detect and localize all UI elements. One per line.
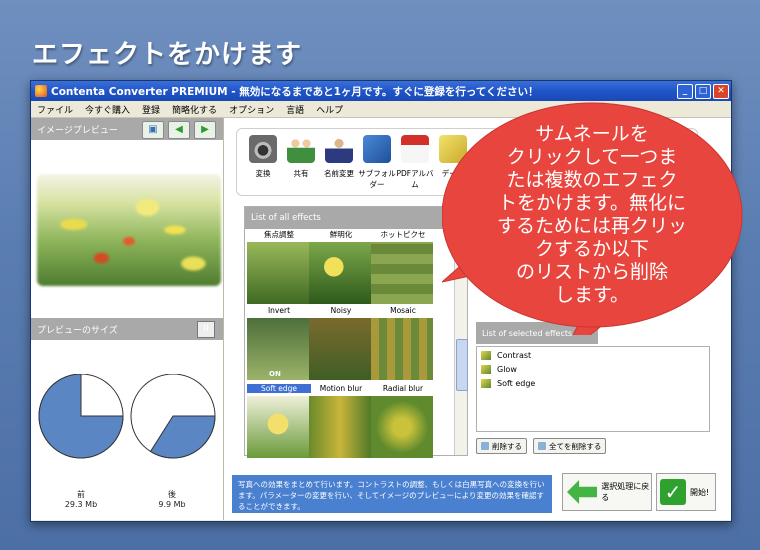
preview-image (37, 174, 221, 286)
effect-thumb-hotpixel[interactable] (371, 242, 433, 304)
callout-line-7: のリストから削除 (516, 261, 668, 283)
all-effects-header: List of all effects (245, 207, 467, 229)
start-button-label: 開始! (690, 487, 710, 497)
selected-item-soft-edge[interactable]: Soft edge (477, 377, 709, 389)
effect-thumb-focus[interactable] (247, 242, 309, 304)
thumbnail-icon (481, 378, 491, 388)
delete-button-label: 削除する (492, 441, 522, 451)
preview-header-label: イメージプレビュー (37, 125, 118, 136)
scrollbar-thumb[interactable] (456, 339, 468, 391)
selected-item-label: Contrast (497, 350, 532, 360)
thumbnail-icon (481, 364, 491, 374)
selected-effects-panel: List of selected effects Contrast Glow S… (476, 322, 712, 432)
menu-options[interactable]: オプション (229, 103, 274, 116)
effect-label-sharpen: 鮮明化 (329, 230, 353, 239)
after-label: 後 (168, 490, 176, 499)
menu-simplify[interactable]: 簡略化する (172, 103, 217, 116)
tool-rename-label: 名前変更 (324, 169, 354, 178)
arrow-left-icon[interactable]: ◀ (168, 121, 190, 139)
people-icon (287, 135, 315, 163)
effect-thumb-mosaic[interactable] (371, 318, 433, 380)
callout-bubble: サムネールを クリックして一つま たは複数のエフェク トをかけます。無化に する… (442, 102, 743, 335)
start-button[interactable]: ✓ 開始! (656, 473, 716, 511)
callout-line-6: クするか以下 (535, 238, 649, 260)
after-size: 9.9 Mb (158, 500, 186, 509)
selected-item-label: Soft edge (497, 378, 536, 388)
before-label: 前 (77, 490, 85, 499)
size-header: プレビューのサイズ II (31, 318, 223, 340)
person-icon (325, 135, 353, 163)
arrow-right-icon[interactable]: ▶ (194, 121, 216, 139)
effect-label-noisy: Noisy (330, 306, 352, 315)
size-header-label: プレビューのサイズ (37, 325, 118, 336)
delete-all-button-label: 全てを削除する (549, 441, 602, 451)
pie-after (130, 374, 216, 459)
pie-before (38, 374, 124, 459)
delete-all-icon (538, 442, 546, 450)
menu-help[interactable]: ヘルプ (316, 103, 343, 116)
tool-pdf-album-label: PDFアルバム (396, 169, 434, 189)
callout-line-3: たは複数のエフェク (506, 169, 677, 191)
effect-label-soft-edge: Soft edge (247, 384, 311, 393)
callout-line-4: トをかけます。無化に (498, 192, 686, 214)
callout-line-5: するためには再クリッ (497, 215, 687, 237)
callout-line-2: クリックして一つま (507, 146, 677, 168)
callout-line-1: サムネールを (535, 123, 649, 145)
effect-thumb-radial-blur[interactable] (371, 396, 433, 458)
effect-label-focus: 焦点調整 (264, 230, 294, 239)
page-title: エフェクトをかけます (32, 40, 303, 70)
effect-label-hotpixel: ホットピクセ (380, 230, 426, 239)
pdf-icon (401, 135, 429, 163)
checkmark-icon: ✓ (660, 479, 686, 505)
effect-label-radial-blur: Radial blur (382, 384, 424, 393)
size-pie-charts (38, 374, 216, 459)
thumbnail-icon (481, 350, 491, 360)
menu-buy-now[interactable]: 今すぐ購入 (85, 103, 130, 116)
tool-convert-label: 変換 (255, 169, 271, 178)
back-arrow-icon (567, 480, 598, 504)
delete-icon (481, 442, 489, 450)
all-effects-panel: List of all effects 焦点調整 鮮明化 ホットピクセ Inve… (244, 206, 468, 458)
left-panel: イメージプレビュー ▣ ◀ ▶ プレビューのサイズ II 前 29.3 Mb 後… (31, 118, 224, 520)
effect-thumb-noisy[interactable] (309, 318, 371, 380)
description-box: 写真への効果をまとめて行います。コントラストの調整、もしくは白黒写真への変換を行… (232, 475, 552, 513)
effect-thumb-sharpen[interactable] (309, 242, 371, 304)
menu-language[interactable]: 言語 (286, 103, 304, 116)
effect-thumb-invert[interactable]: ON (247, 318, 309, 380)
effect-label-invert: Invert (267, 306, 291, 315)
selected-item-label: Glow (497, 364, 517, 374)
effect-thumb-motion-blur[interactable] (309, 396, 371, 458)
monitor-icon[interactable]: ▣ (142, 121, 164, 139)
selected-item-glow[interactable]: Glow (477, 363, 709, 375)
delete-button[interactable]: 削除する (476, 438, 527, 454)
tool-subfolder-label: サブフォルダー (358, 169, 396, 189)
camera-icon (249, 135, 277, 163)
back-to-selection-button[interactable]: 選択処理に戻る (562, 473, 652, 511)
selected-item-contrast[interactable]: Contrast (477, 349, 709, 361)
before-size: 29.3 Mb (64, 500, 98, 509)
menu-file[interactable]: ファイル (37, 103, 73, 116)
preview-header: イメージプレビュー ▣ ◀ ▶ (31, 118, 223, 140)
effect-label-motion-blur: Motion blur (319, 384, 363, 393)
back-button-label: 選択処理に戻る (601, 482, 650, 502)
callout-line-8: します。 (555, 284, 629, 306)
app-logo-icon (35, 85, 47, 97)
on-badge: ON (269, 370, 281, 378)
selected-effects-list: Contrast Glow Soft edge (476, 346, 710, 432)
pause-button[interactable]: II (197, 321, 215, 338)
effect-label-mosaic: Mosaic (390, 306, 416, 315)
folder-icon (363, 135, 391, 163)
tool-share-label: 共有 (293, 169, 309, 178)
effect-thumb-soft-edge[interactable] (247, 396, 309, 458)
menu-register[interactable]: 登録 (142, 103, 160, 116)
delete-all-button[interactable]: 全てを削除する (533, 438, 607, 454)
